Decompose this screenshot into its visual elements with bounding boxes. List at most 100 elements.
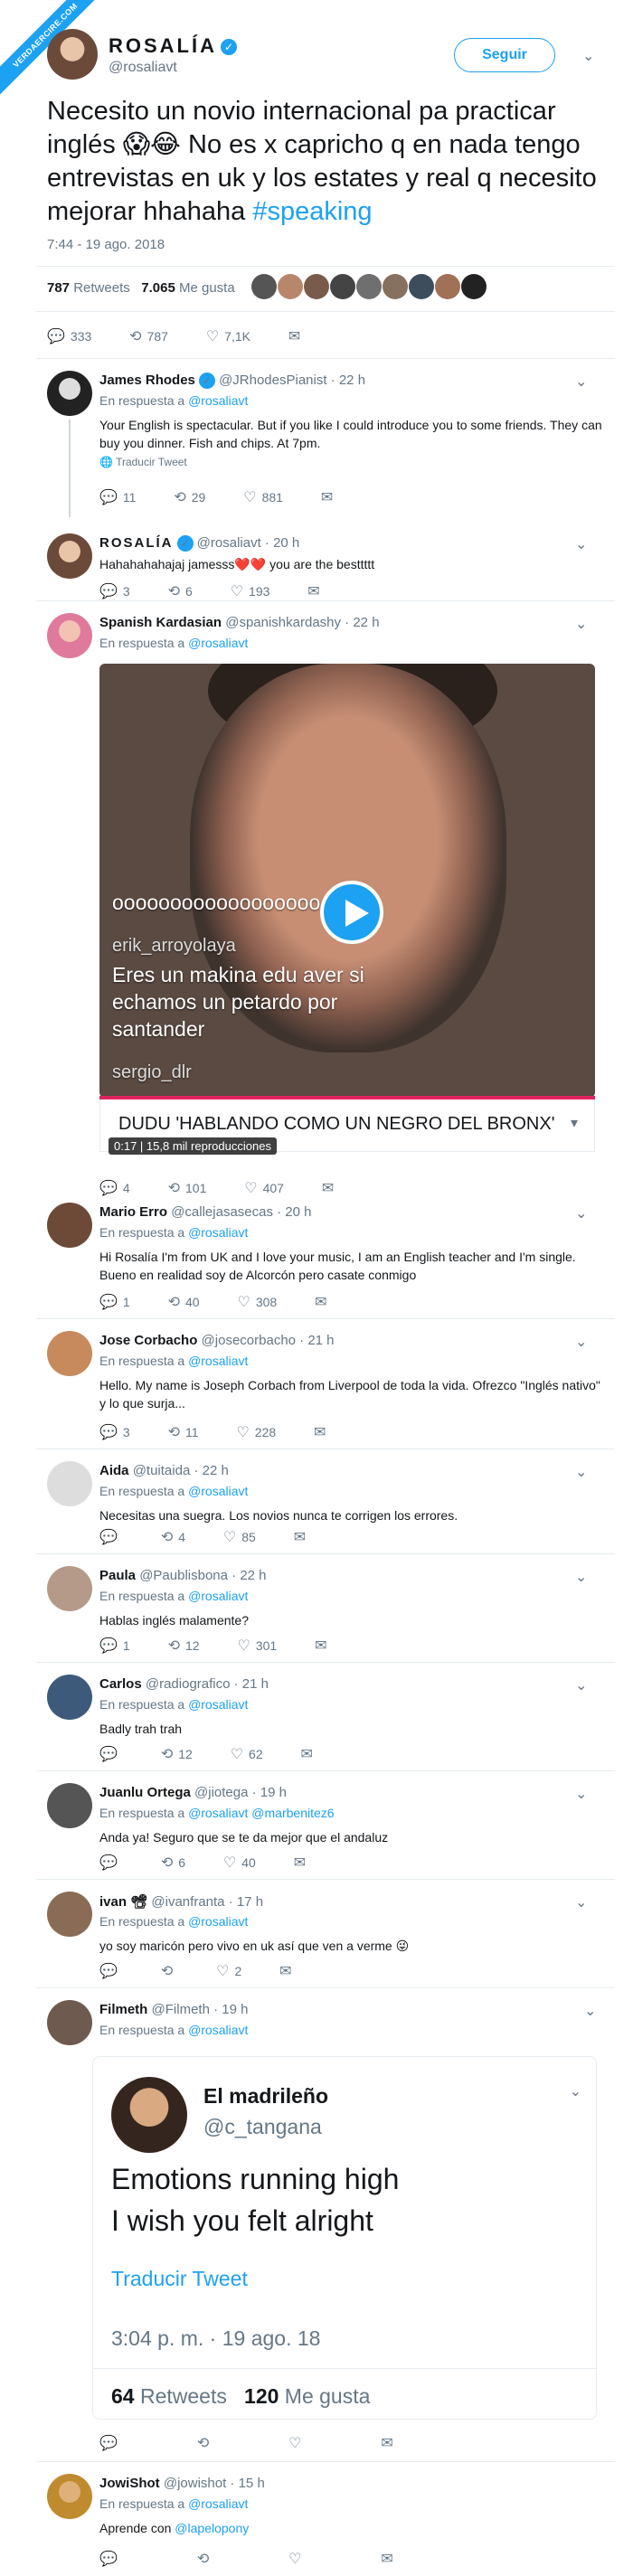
retweet-button[interactable]: ⟲ 29 (174, 488, 205, 506)
mention-link[interactable]: @rosaliavt (188, 2496, 248, 2511)
dm-button[interactable]: ✉ (294, 1854, 311, 1872)
quoted-date[interactable]: 3:04 p. m. · 19 ago. 18 (111, 2326, 320, 2351)
chevron-down-icon[interactable]: ⌄ (575, 373, 587, 391)
like-button[interactable]: ♡ 301 (237, 1637, 277, 1655)
retweet-button[interactable]: ⟲ 787 (129, 327, 168, 345)
reply-author[interactable]: Jose Corbacho @josecorbacho · 21 h (99, 1333, 335, 1348)
chevron-down-icon[interactable]: ⌄ (575, 1204, 587, 1222)
avatar[interactable] (251, 274, 277, 299)
retweet-button[interactable]: ⟲ (197, 2434, 214, 2452)
avatar[interactable] (111, 2077, 187, 2153)
chevron-down-icon[interactable]: ⌄ (575, 1893, 587, 1911)
reply-tweet[interactable]: Paula @Paublisbona · 22 h En respuesta a… (36, 1557, 615, 1664)
retweet-button[interactable]: ⟲ 40 (168, 1293, 200, 1311)
chevron-down-icon[interactable]: ⌄ (575, 1785, 587, 1803)
retweet-button[interactable]: ⟲ 12 (168, 1637, 200, 1655)
retweet-button[interactable]: ⟲ 6 (161, 1854, 185, 1872)
like-button[interactable]: ♡ 308 (237, 1293, 277, 1311)
chevron-down-icon[interactable]: ⌄ (575, 535, 587, 553)
reply-button[interactable]: 💬 (99, 1528, 123, 1546)
like-button[interactable]: ♡ 62 (231, 1745, 263, 1763)
avatar[interactable] (47, 1675, 92, 1720)
reply-tweet[interactable]: ROSALÍA ✓ @rosaliavt · 20 h Hahahahahajaj… (36, 524, 615, 602)
reply-author[interactable]: Aida @tuitaida · 22 h (99, 1463, 229, 1478)
avatar[interactable] (47, 29, 98, 80)
reply-button[interactable]: 💬 1 (99, 1637, 130, 1655)
chevron-down-icon[interactable]: ⌄ (575, 615, 587, 633)
like-button[interactable]: ♡ 228 (236, 1423, 276, 1441)
reply-button[interactable]: 💬 (99, 1854, 123, 1872)
translate-link[interactable]: Traducir Tweet (111, 2267, 248, 2291)
reply-author[interactable]: Mario Erro @callejasasecas · 20 h (99, 1204, 312, 1220)
reply-button[interactable]: 💬 11 (99, 488, 136, 506)
hashtag-link[interactable]: #speaking (252, 197, 372, 226)
chevron-down-icon[interactable]: ⌄ (582, 47, 594, 65)
reply-author[interactable]: JowiShot @jowishot · 15 h (99, 2476, 265, 2491)
avatar[interactable] (47, 613, 92, 658)
reply-button[interactable]: 💬 3 (99, 582, 130, 600)
mention-link[interactable]: @rosaliavt (188, 1354, 248, 1368)
mention-link[interactable]: @rosaliavt (188, 2023, 248, 2037)
reply-button[interactable]: 💬 (99, 2550, 123, 2568)
avatar[interactable] (47, 1783, 92, 1828)
reply-author[interactable]: ROSALÍA ✓ @rosaliavt · 20 h (99, 535, 299, 552)
mention-link[interactable]: @rosaliavt (188, 636, 248, 650)
chevron-down-icon[interactable]: ⌄ (575, 1463, 587, 1481)
mention-link[interactable]: @rosaliavt (188, 1914, 248, 1929)
avatar[interactable] (47, 1566, 92, 1611)
avatar[interactable] (383, 274, 408, 299)
avatar[interactable] (47, 1331, 92, 1376)
reply-author[interactable]: Juanlu Ortega @jiotega · 19 h (99, 1785, 287, 1800)
reply-tweet[interactable]: Juanlu Ortega @jiotega · 19 h En respues… (36, 1774, 615, 1881)
avatar[interactable] (47, 371, 92, 416)
retweets-count[interactable]: 787 (47, 280, 70, 296)
avatar[interactable] (461, 274, 487, 299)
dm-button[interactable]: ✉ (279, 1962, 297, 1980)
reply-button[interactable]: 💬 (99, 2434, 123, 2452)
dm-button[interactable]: ✉ (315, 1293, 332, 1311)
reply-tweet[interactable]: ivan 📽 @ivanfranta · 17 h En respuesta a… (36, 1882, 615, 1989)
dm-button[interactable]: ✉ (288, 327, 306, 345)
reply-tweet[interactable]: JowiShot @jowishot · 15 h En respuesta a… (36, 2465, 615, 2573)
avatar[interactable] (304, 274, 329, 299)
avatar[interactable] (330, 274, 355, 299)
chevron-down-icon[interactable]: ⌄ (575, 1568, 587, 1586)
retweet-button[interactable]: ⟲ 11 (168, 1423, 199, 1441)
avatar[interactable] (47, 2000, 92, 2045)
dm-button[interactable]: ✉ (321, 488, 338, 506)
like-button[interactable]: ♡ 2 (216, 1962, 241, 1980)
dm-button[interactable]: ✉ (314, 1423, 331, 1441)
avatar[interactable] (47, 1203, 92, 1248)
like-button[interactable]: ♡ 881 (243, 488, 283, 506)
mention-link[interactable]: @rosaliavt @marbenitez6 (188, 1806, 335, 1820)
reply-author[interactable]: Spanish Kardasian @spanishkardashy · 22 … (99, 615, 380, 630)
retweet-button[interactable]: ⟲ 12 (161, 1745, 193, 1763)
quoted-author-handle[interactable]: @c_tangana (203, 2115, 322, 2139)
avatar[interactable] (278, 274, 303, 299)
reply-button[interactable]: 💬 (99, 1745, 123, 1763)
reply-button[interactable]: 💬 1 (99, 1293, 130, 1311)
like-button[interactable]: ♡ (288, 2550, 307, 2568)
quoted-tweet[interactable]: El madrileño @c_tangana ⌄ Emotions runni… (92, 2056, 597, 2420)
retweet-button[interactable]: ⟲ (197, 2550, 214, 2568)
translate-link[interactable]: 🌐 Traducir Tweet (99, 456, 187, 468)
reply-button[interactable]: 💬 333 (47, 327, 91, 345)
reply-author[interactable]: James Rhodes ✓ @JRhodesPianist · 22 h (99, 373, 365, 390)
likes-count[interactable]: 7.065 (141, 280, 175, 296)
dm-button[interactable]: ✉ (301, 1745, 318, 1763)
likes-label[interactable]: Me gusta (179, 280, 235, 296)
reply-tweet[interactable]: Carlos @radiografico · 21 h En respuesta… (36, 1665, 615, 1772)
avatar[interactable] (47, 533, 92, 579)
like-button[interactable]: ♡ 7,1K (206, 327, 250, 345)
reply-author[interactable]: Filmeth @Filmeth · 19 h (99, 2002, 248, 2017)
dm-button[interactable]: ✉ (307, 582, 325, 600)
dm-button[interactable]: ✉ (294, 1528, 311, 1546)
video-player[interactable]: oooooooooooooooooo erik_arroyolaya Eres … (99, 664, 595, 1098)
reply-author[interactable]: Carlos @radiografico · 21 h (99, 1676, 269, 1692)
chevron-down-icon[interactable]: ⌄ (570, 2082, 581, 2100)
reply-tweet[interactable]: Jose Corbacho @josecorbacho · 21 h En re… (36, 1322, 615, 1450)
like-button[interactable]: ♡ 85 (223, 1528, 256, 1546)
reply-author[interactable]: Paula @Paublisbona · 22 h (99, 1568, 267, 1583)
avatar[interactable] (435, 274, 460, 299)
tweet-timestamp[interactable]: 7:44 - 19 ago. 2018 (47, 237, 165, 252)
